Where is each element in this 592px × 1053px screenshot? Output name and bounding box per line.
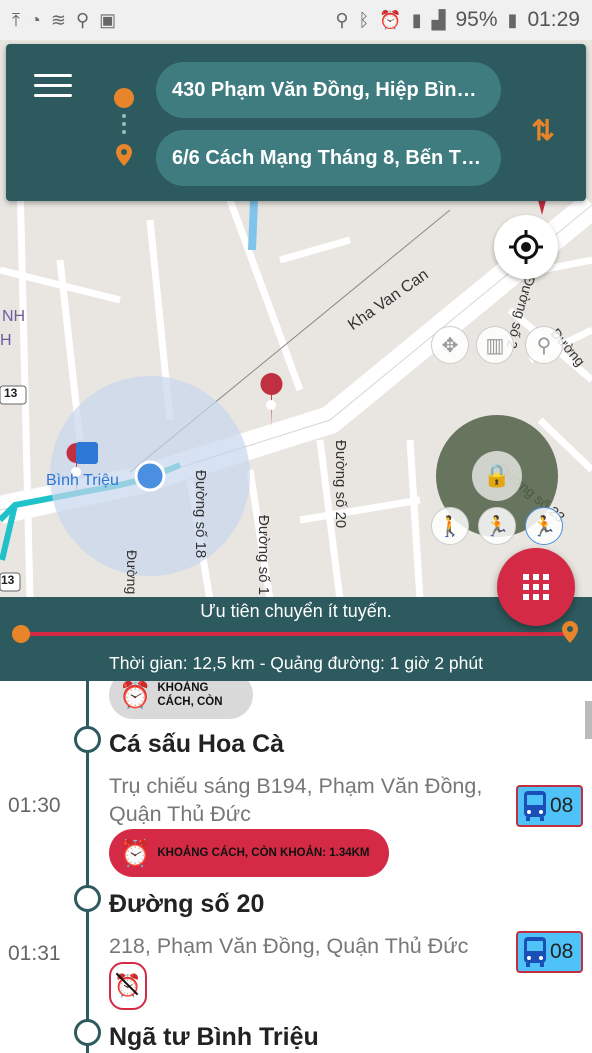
road-badge-13-top: 13 xyxy=(4,386,18,400)
alarm-off-button[interactable]: ⏰ xyxy=(109,962,147,1010)
bus-route-badge[interactable]: 08 xyxy=(516,785,583,827)
street-label-duong-so-18: Đường số 18 xyxy=(192,470,209,559)
road-badge-13-bottom: 13 xyxy=(1,573,15,587)
alarm-pill-active[interactable]: ⏰ KHOẢNG CÁCH, CÒN KHOẢN: 1.34KM xyxy=(109,829,389,877)
alarm-label: KHOẢNG CÁCH, CÒN KHOẢN: 1.34KM xyxy=(157,847,370,859)
bus-icon xyxy=(524,937,546,967)
stop-address: 218, Phạm Văn Đồng, Quận Thủ Đức xyxy=(109,934,469,958)
timeline-dot xyxy=(74,1019,101,1046)
route-end-pin-icon xyxy=(562,621,578,643)
route-start-dot-icon xyxy=(12,625,30,643)
route-summary-text: Thời gian: 12,5 km - Quảng đường: 1 giờ … xyxy=(109,653,483,673)
scrollbar[interactable] xyxy=(585,701,592,739)
stop-name: Ngã tư Bình Triệu xyxy=(109,1023,319,1051)
place-label-nh: NH xyxy=(2,308,26,325)
my-location-button[interactable] xyxy=(494,215,558,279)
route-number: 08 xyxy=(550,794,574,817)
place-label-binh-trieu: Bình Triệu xyxy=(46,472,119,489)
street-label-duong-so-1: Đường số 1 xyxy=(255,515,272,595)
destination-input[interactable]: 6/6 Cách Mạng Tháng 8, Bến Thà... xyxy=(156,130,501,186)
origin-dot-icon xyxy=(114,88,134,108)
sim-icon: ▮ xyxy=(411,9,422,30)
route-info-bar: Ưu tiên chuyển ít tuyến. Thời gian: 12,5… xyxy=(0,597,592,681)
battery-percent: 95% xyxy=(455,8,498,31)
alarm-off-icon: ⏰ xyxy=(114,972,142,999)
bus-icon xyxy=(524,791,546,821)
stop-time: 01:30 xyxy=(8,794,61,817)
hamburger-menu-icon[interactable] xyxy=(34,74,72,104)
route-connector xyxy=(114,88,134,168)
battery-icon: ▮ xyxy=(507,9,518,30)
stop-name: Đường số 20 xyxy=(109,890,265,918)
alarm-label: KHOẢNG CÁCH, CÒN xyxy=(157,682,223,708)
status-bar: ⤒ ◔ ≋ ⚲ ▣ ⚲ ᛒ ⏰ ▮ ▟ 95% ▮ 01:29 xyxy=(0,0,592,40)
map-mode-button[interactable]: ▥ xyxy=(476,326,514,364)
route-search-panel: 430 Phạm Văn Đồng, Hiệp Bình C... 6/6 Cá… xyxy=(6,44,586,201)
upload-icon: ⤒ xyxy=(12,9,20,30)
route-number: 08 xyxy=(550,940,574,963)
stop-name: Cá sấu Hoa Cà xyxy=(109,730,285,758)
image-icon: ▣ xyxy=(99,9,117,30)
crosshair-icon xyxy=(509,230,543,264)
bus-route-badge[interactable]: 08 xyxy=(516,931,583,973)
gps-icon: ⚲ xyxy=(335,9,349,30)
signal-icon: ▟ xyxy=(431,9,446,30)
walk-mode-button[interactable]: 🚶 xyxy=(431,507,469,545)
stop-address: Trụ chiếu sáng B194, Phạm Văn Đồng, Quận… xyxy=(109,774,483,826)
run-mode-button[interactable]: 🏃 xyxy=(478,507,516,545)
alarm-clock-icon: ⏰ xyxy=(119,837,152,868)
street-label-duong-left: Đường xyxy=(124,550,140,595)
alarm-pill-previous[interactable]: ⏰ KHOẢNG CÁCH, CÒN xyxy=(109,681,253,719)
place-label-h: H xyxy=(0,332,12,349)
origin-input[interactable]: 430 Phạm Văn Đồng, Hiệp Bình C... xyxy=(156,62,501,118)
status-right: ⚲ ᛒ ⏰ ▮ ▟ 95% ▮ 01:29 xyxy=(335,8,580,32)
timeline-dot xyxy=(74,885,101,912)
status-left: ⤒ ◔ ≋ ⚲ ▣ xyxy=(12,10,116,31)
grid-icon xyxy=(523,574,549,600)
pin-mode-button[interactable]: ⚲ xyxy=(525,326,563,364)
alarm-clock-icon: ⏰ xyxy=(119,681,152,710)
status-time: 01:29 xyxy=(527,8,580,31)
itinerary-list[interactable]: ⏰ KHOẢNG CÁCH, CÒN Cá sấu Hoa Cà Trụ chi… xyxy=(0,681,592,1053)
pan-mode-button[interactable]: ✥ xyxy=(431,326,469,364)
street-label-duong-so-20: Đường số 20 xyxy=(332,440,349,529)
lock-icon: 🔒 xyxy=(472,451,522,501)
route-progress-line xyxy=(22,632,570,636)
swap-icon[interactable]: ⇅ xyxy=(528,114,558,148)
location-share-icon: ⚲ xyxy=(75,9,90,30)
destination-pin-icon xyxy=(116,144,132,166)
stop-time: 01:31 xyxy=(8,942,61,965)
messenger-icon: ◔ xyxy=(29,9,41,30)
bluetooth-icon: ᛒ xyxy=(358,9,370,30)
grid-menu-button[interactable] xyxy=(497,548,575,626)
timeline-dot xyxy=(74,726,101,753)
sprint-mode-button[interactable]: 🏃 xyxy=(525,507,563,545)
wifi-icon: ≋ xyxy=(50,9,66,30)
alarm-icon: ⏰ xyxy=(379,9,402,30)
